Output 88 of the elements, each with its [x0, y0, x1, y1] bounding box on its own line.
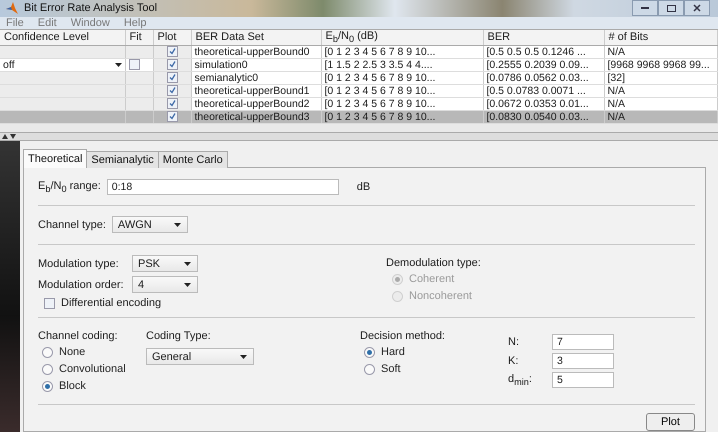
fit-checkbox[interactable]	[128, 59, 140, 70]
table-cell: [0.0830 0.0540 0.03...	[486, 110, 589, 122]
table-cell: [0.2555 0.2039 0.09...	[486, 58, 589, 70]
column-header[interactable]: # of Bits	[604, 30, 718, 46]
plot-checkbox[interactable]	[166, 111, 178, 122]
table-cell: [0.5 0.5 0.5 0.1246 ...	[486, 46, 586, 58]
table-cell: [0 1 2 3 4 5 6 7 8 9 10...	[324, 84, 436, 96]
caret-icon	[184, 282, 191, 286]
checkbox-label: Differential encoding	[61, 297, 162, 309]
plot-checkbox[interactable]	[166, 72, 178, 84]
table-cell: simulation0	[194, 58, 248, 70]
minimize-icon	[641, 6, 649, 10]
menu-item[interactable]: File	[6, 16, 24, 29]
menu-item[interactable]: Window	[70, 16, 110, 29]
column-header[interactable]: E$_{b}$/N$_{0}$ (dB)	[321, 30, 483, 46]
table-cell: N/A	[608, 46, 626, 58]
column-header[interactable]: BER Data Set	[191, 30, 321, 46]
table-cell: [32]	[608, 72, 626, 84]
caret-icon	[240, 354, 247, 358]
tab[interactable]: Semianalytic	[86, 151, 159, 168]
field-label: K:	[508, 355, 520, 367]
window-title: Bit Error Rate Analysis Tool	[24, 2, 158, 14]
column-header[interactable]: BER	[483, 30, 604, 46]
radio-option[interactable]: Hard	[364, 344, 500, 360]
table-cell: [0 1 2 3 4 5 6 7 8 9 10...	[324, 110, 436, 122]
table-cell: [1 1.5 2 2.5 3 3.5 4 4....	[324, 58, 432, 70]
maximize-icon	[666, 4, 676, 12]
maximize-button[interactable]	[658, 0, 684, 16]
input-field[interactable]: 5	[552, 372, 614, 388]
radio-option[interactable]: Block	[42, 378, 138, 394]
menu-item[interactable]: Help	[124, 16, 146, 29]
input-field[interactable]: 7	[552, 334, 614, 350]
group-label: Demodulation type:	[386, 257, 481, 269]
group-label: Channel coding:	[38, 330, 119, 342]
close-button[interactable]	[684, 0, 710, 16]
table-cell: [0.0672 0.0353 0.01...	[486, 98, 589, 110]
radio-option[interactable]: Convolutional	[42, 361, 138, 377]
splitter-arrows-icon[interactable]	[2, 134, 16, 139]
radio-option[interactable]: Soft	[364, 361, 500, 377]
confidence-dropdown[interactable]: off	[3, 58, 122, 70]
plot-checkbox[interactable]	[166, 85, 178, 96]
column-header[interactable]: Plot	[153, 30, 191, 46]
field-label: d$_{min}$:	[508, 372, 533, 388]
plot-checkbox[interactable]	[166, 46, 178, 58]
group-label: Coding Type:	[146, 330, 212, 342]
field-label: Modulation order:	[38, 278, 124, 290]
table-cell: [0.0786 0.0562 0.03...	[486, 72, 589, 84]
coding-type-dropdown[interactable]: General	[146, 348, 254, 365]
input-field[interactable]: 3	[552, 353, 614, 369]
close-icon	[693, 4, 701, 12]
table-cell: [0 1 2 3 4 5 6 7 8 9 10...	[324, 98, 436, 110]
input-field[interactable]: 0:18	[106, 179, 339, 195]
modulation-type-dropdown[interactable]: PSK	[132, 255, 198, 272]
table-cell: theoretical-upperBound2	[194, 98, 310, 110]
column-header[interactable]: Confidence Level	[0, 30, 125, 46]
table-cell: [9968 9968 9968 99...	[608, 58, 710, 70]
differential-encoding-checkbox[interactable]	[44, 298, 55, 308]
caret-icon	[174, 222, 181, 226]
column-header[interactable]: Fit	[125, 30, 153, 46]
app-logo-icon	[6, 2, 18, 14]
table-cell: [0 1 2 3 4 5 6 7 8 9 10...	[324, 72, 436, 84]
plot-checkbox[interactable]	[166, 98, 178, 110]
plot-checkbox[interactable]	[166, 59, 178, 70]
table-cell: theoretical-upperBound0	[194, 46, 310, 58]
table-cell: N/A	[608, 110, 626, 122]
menu-item[interactable]: Edit	[38, 16, 57, 29]
group-label: Decision method:	[360, 330, 446, 342]
table-cell: N/A	[608, 84, 626, 96]
tab[interactable]: Monte Carlo	[158, 151, 228, 168]
table-cell: [0.5 0.0783 0.0071 ...	[486, 84, 586, 96]
channel-type-dropdown[interactable]: AWGN	[112, 216, 188, 233]
table-cell: semianalytic0	[194, 72, 258, 84]
caret-icon	[114, 62, 122, 67]
field-label: E$_{b}$/N$_{0}$ range:	[38, 180, 101, 194]
tab[interactable]: Theoretical	[23, 149, 88, 168]
caret-icon	[184, 262, 191, 266]
table-cell: [0 1 2 3 4 5 6 7 8 9 10...	[324, 46, 436, 58]
modulation-order-dropdown[interactable]: 4	[132, 276, 198, 293]
field-label: Channel type:	[38, 218, 106, 230]
table-cell: theoretical-upperBound1	[194, 84, 310, 96]
table-cell: N/A	[608, 98, 626, 110]
plot-button[interactable]: Plot	[646, 413, 695, 431]
minimize-button[interactable]	[632, 0, 658, 16]
unit-label: dB	[356, 181, 370, 193]
radio-option[interactable]: None	[42, 344, 138, 360]
field-label: Modulation type:	[38, 258, 120, 270]
table-cell: theoretical-upperBound3	[194, 110, 310, 122]
field-label: N:	[508, 336, 520, 348]
